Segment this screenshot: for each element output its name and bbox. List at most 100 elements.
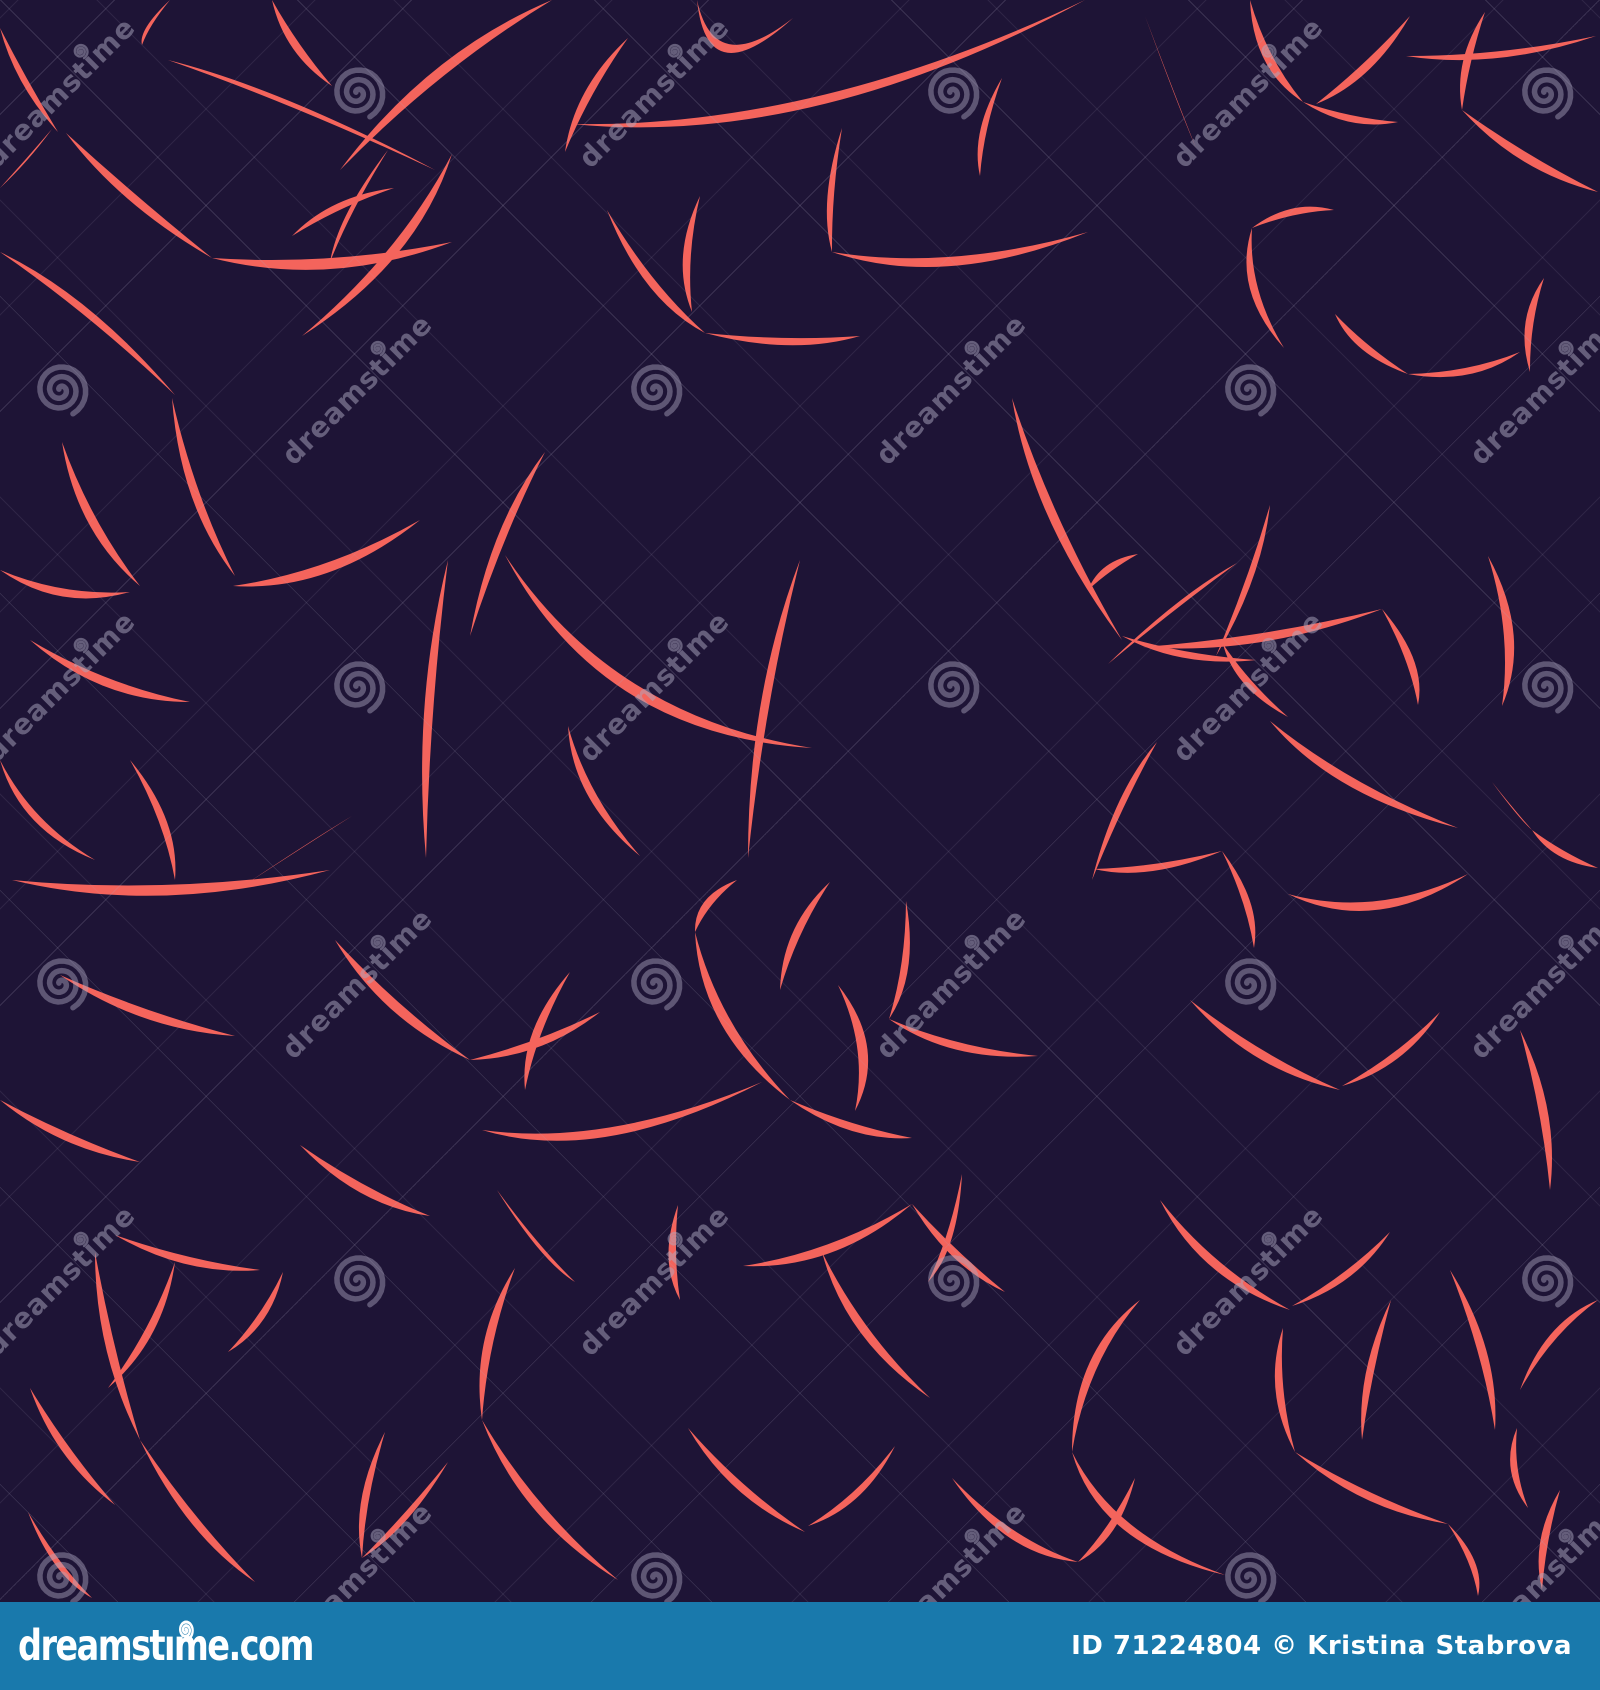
branch-shape [697,0,793,53]
branch-shape [362,1462,448,1558]
branch-shape [1078,1478,1135,1562]
logo-i-dot-spiral-icon [179,1619,195,1641]
branch-shape [1092,742,1157,880]
branch-shape [0,570,130,599]
branch-shape [1072,1452,1225,1575]
branch-shape [1246,228,1284,348]
branch-shape [66,133,212,258]
branch-pattern [0,0,1598,1598]
branch-shape [1492,782,1532,830]
branch-shape [130,760,176,880]
branch-shape [1072,1300,1140,1452]
branch-shape [1303,102,1398,125]
branch-shape [790,1100,912,1139]
branch-shape [272,0,332,86]
branch-shape [748,560,800,858]
branch-shape [497,1190,575,1282]
branch-shape [28,1512,92,1598]
branch-shape [30,640,190,702]
branch-shape [1288,874,1468,911]
branch-shape [1520,1030,1552,1190]
branch-shape [1335,314,1408,374]
branch-shape [0,28,58,132]
branch-shape [1532,830,1598,868]
branch-shape [30,1388,115,1505]
branch-shape [1342,1012,1440,1086]
branch-shape [115,1235,260,1271]
branch-shape [0,129,52,188]
branch-shape [0,760,95,860]
pattern-background: dreamstıme dreamstıme dreamstıme dreamstıme… [0,0,1600,1602]
branch-shape [1143,609,1382,649]
branch-shape [822,1252,930,1398]
branch-shape [141,0,170,45]
branch-shape [228,1272,283,1352]
dreamstime-logo-text: dreamstıme.com [18,1620,314,1671]
branch-shape [832,232,1088,268]
branch-shape [1292,1232,1390,1306]
branch-shape [1448,1524,1480,1596]
branch-shape [568,726,640,856]
branch-shape [1406,36,1596,61]
branch-shape [1250,0,1303,102]
branch-shape [0,1100,140,1162]
branch-shape [743,1204,912,1267]
branch-shape [1088,554,1138,590]
branch-shape [682,196,700,312]
branch-shape [140,1440,255,1582]
branch-shape [889,1019,1038,1057]
branch-shape [302,154,452,336]
branch-shape [1145,16,1196,148]
branch-shape [482,1082,762,1141]
branch-shape [62,442,140,586]
branch-shape [1190,1000,1340,1090]
branch-shape [705,333,860,346]
branch-shape [1510,1428,1528,1508]
branch-shape [1382,609,1420,705]
branch-shape [1450,1270,1496,1430]
branch-shape [838,985,869,1111]
branch-shape [1361,1300,1391,1440]
branch-shape [694,880,737,932]
branch-shape [12,870,330,896]
image-credit: ID 71224804 © Kristina Stabrova [1071,1631,1572,1661]
branch-shape [668,1205,680,1300]
branch-shape [1274,1328,1295,1452]
branch-shape [1538,1490,1560,1590]
branch-shape [977,78,1002,176]
branch-shape [1160,1200,1290,1310]
branch-shape [889,901,910,1019]
dreamstime-logo: dreamstıme.com [18,1619,314,1668]
branch-shape [95,1252,140,1440]
branch-shape [1520,1300,1598,1390]
branch-shape [233,520,420,587]
branch-shape [1408,352,1520,378]
branch-shape [482,1420,618,1580]
branch-shape [422,560,448,858]
branch-shape [695,932,790,1100]
branch-shape [1094,851,1222,873]
branch-shape [1488,556,1515,706]
branch-shape [340,0,552,170]
branch-shape [479,1268,515,1420]
branch-shape [1295,1452,1448,1524]
branch-shape [1524,278,1544,372]
branch-shape [688,1428,805,1532]
branch-shape [335,940,470,1060]
branch-shape [1316,16,1410,104]
branch-shape [60,975,235,1036]
branch-shape [565,38,628,152]
branch-shape [826,128,842,252]
branch-shape [300,1145,430,1216]
branch-shape [1012,398,1122,640]
branch-shape [952,1478,1078,1562]
branch-shape [1223,644,1288,717]
stock-image-preview: dreamstıme dreamstıme dreamstıme dreamstıme… [0,0,1600,1690]
branch-shape [1270,721,1458,828]
branch-shape [0,252,175,395]
branch-shape [572,0,1085,128]
branch-shape [470,452,545,636]
branch-shape [808,1446,895,1526]
branch-shape [912,1204,1005,1292]
branch-shape [172,398,235,576]
